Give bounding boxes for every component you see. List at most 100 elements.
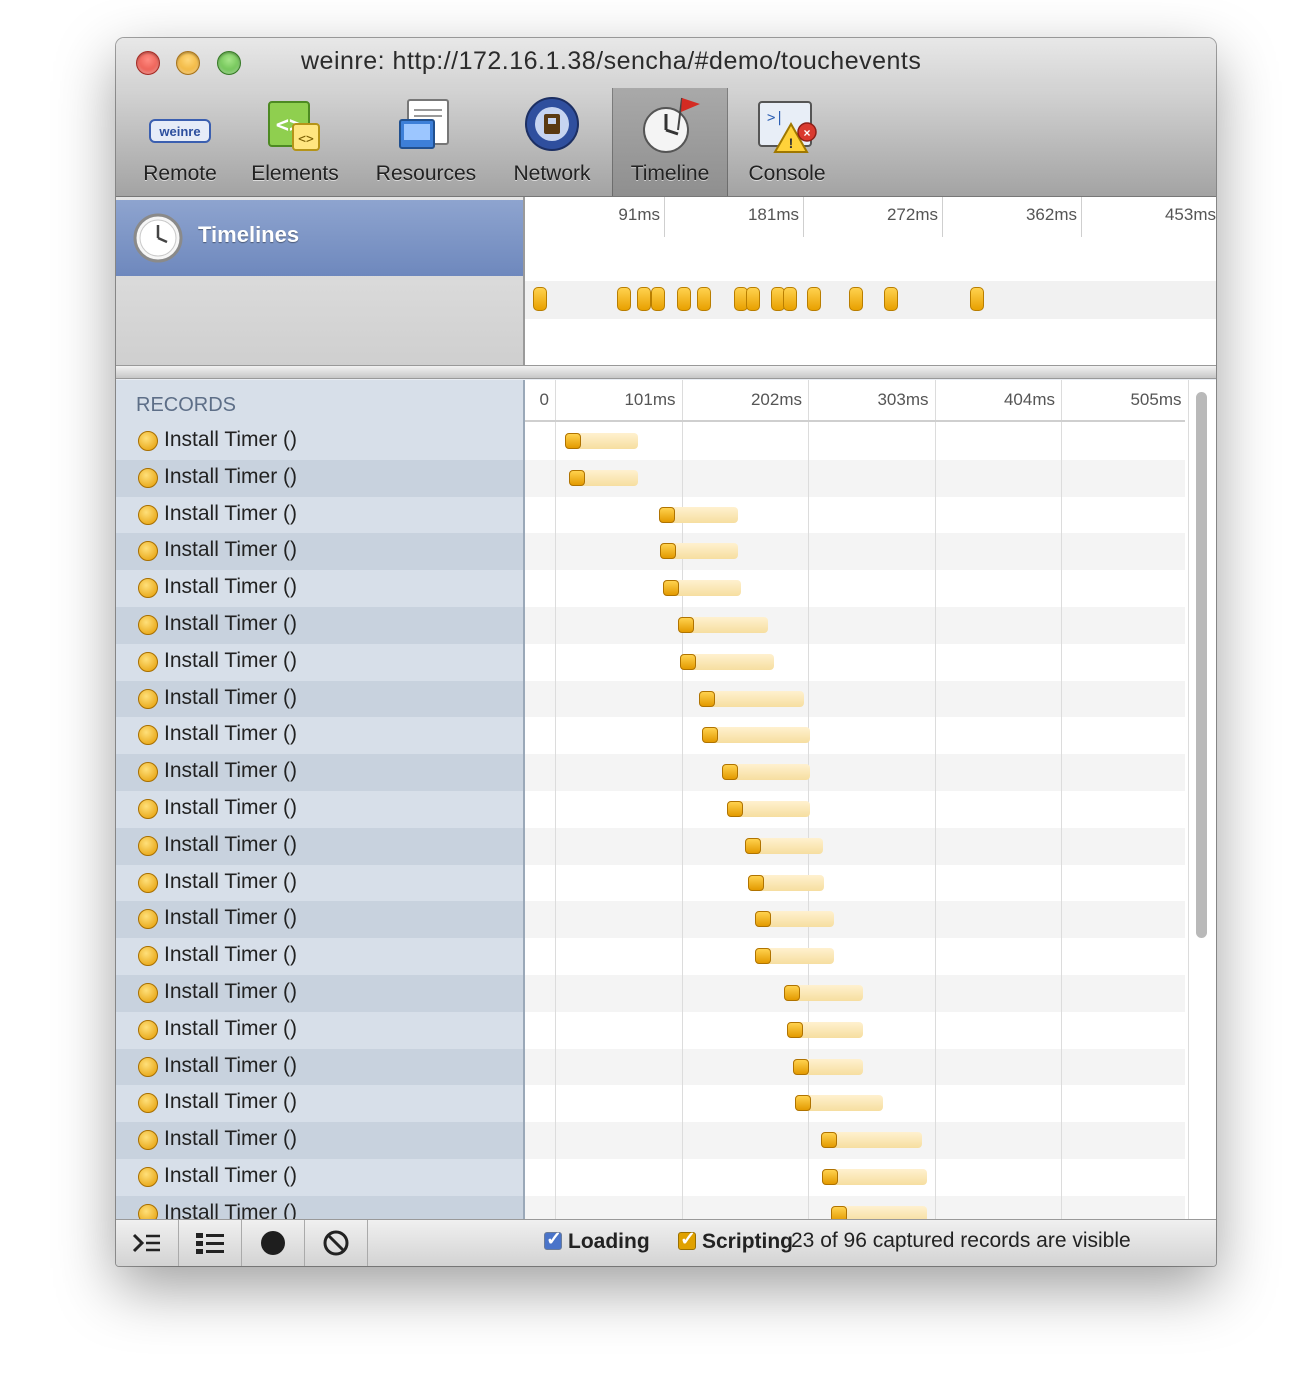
records-tick-label: 505ms xyxy=(1130,390,1182,409)
records-scrollbar[interactable] xyxy=(1191,386,1211,1216)
record-graph-row[interactable] xyxy=(525,901,1185,939)
close-window-button[interactable] xyxy=(136,51,160,75)
weinre-logo-text: weinre xyxy=(158,124,200,139)
records-tick-label: 0 xyxy=(539,390,549,409)
overview-tick-label: 91ms xyxy=(618,205,660,224)
loading-filter[interactable]: Loading xyxy=(544,1228,650,1254)
record-row[interactable]: Install Timer () xyxy=(116,1159,523,1196)
tab-network[interactable]: Network xyxy=(502,88,602,196)
record-graph-row[interactable] xyxy=(525,827,1185,865)
record-label: Install Timer () xyxy=(164,906,298,930)
clear-button[interactable] xyxy=(305,1220,368,1266)
scripting-checkbox[interactable] xyxy=(678,1228,696,1251)
record-row[interactable]: Install Timer () xyxy=(116,865,523,902)
record-row[interactable]: Install Timer () xyxy=(116,791,523,828)
record-row[interactable]: Install Timer () xyxy=(116,533,523,571)
record-row[interactable]: Install Timer () xyxy=(116,827,523,865)
record-label: Install Timer () xyxy=(164,1127,298,1151)
record-row[interactable]: Install Timer () xyxy=(116,607,523,644)
records-gridline xyxy=(808,380,809,1219)
record-row[interactable]: Install Timer () xyxy=(116,1012,523,1049)
record-graph-row[interactable] xyxy=(525,497,1185,534)
record-label: Install Timer () xyxy=(164,428,298,451)
record-duration-bar xyxy=(702,727,810,743)
scripting-category-icon xyxy=(138,688,158,709)
record-row[interactable]: Install Timer () xyxy=(116,975,523,1012)
record-start-mark xyxy=(722,764,738,780)
toolbar: weinre Remote <> <> Elements Resources N… xyxy=(116,88,1216,197)
record-graph-row[interactable] xyxy=(525,680,1185,718)
record-graph-row[interactable] xyxy=(525,607,1185,644)
pane-splitter[interactable] xyxy=(116,365,1216,379)
scrollbar-thumb[interactable] xyxy=(1196,392,1207,938)
tab-console[interactable]: >| ! × Console xyxy=(736,88,838,196)
record-label: Install Timer () xyxy=(164,832,298,856)
record-row[interactable]: Install Timer () xyxy=(116,901,523,939)
record-graph-row[interactable] xyxy=(525,570,1185,607)
record-row[interactable]: Install Timer () xyxy=(116,497,523,534)
record-button[interactable] xyxy=(242,1220,305,1266)
scripting-filter[interactable]: Scripting xyxy=(678,1228,794,1254)
tab-label: Remote xyxy=(143,162,217,185)
record-row[interactable]: Install Timer () xyxy=(116,680,523,718)
record-row[interactable]: Install Timer () xyxy=(116,459,523,497)
record-start-mark xyxy=(821,1132,837,1148)
scripting-category-icon xyxy=(138,1019,158,1040)
scripting-category-icon xyxy=(138,651,158,672)
record-row[interactable]: Install Timer () xyxy=(116,644,523,681)
record-label: Install Timer () xyxy=(164,501,298,525)
record-start-mark xyxy=(822,1169,838,1185)
clock-icon xyxy=(133,213,183,263)
zoom-window-button[interactable] xyxy=(217,51,241,75)
record-graph-row[interactable] xyxy=(525,533,1185,571)
record-row[interactable]: Install Timer () xyxy=(116,570,523,607)
tab-label: Timeline xyxy=(630,162,710,185)
record-start-mark xyxy=(660,543,676,559)
record-row[interactable]: Install Timer () xyxy=(116,1195,523,1219)
console-prompt-icon xyxy=(132,1233,160,1253)
record-label: Install Timer () xyxy=(164,759,298,783)
overview-tick-label: 453ms xyxy=(1164,205,1216,224)
record-row[interactable]: Install Timer () xyxy=(116,1122,523,1159)
record-graph-row[interactable] xyxy=(525,754,1185,791)
status-bar: Loading Scripting 23 of 96 captured reco… xyxy=(116,1219,1216,1266)
loading-checkbox[interactable] xyxy=(544,1228,562,1251)
record-label: Install Timer () xyxy=(164,980,298,1003)
record-graph-row[interactable] xyxy=(525,717,1185,754)
tab-resources[interactable]: Resources xyxy=(362,88,490,196)
record-row[interactable]: Install Timer () xyxy=(116,754,523,791)
record-row[interactable]: Install Timer () xyxy=(116,1048,523,1086)
overview-event-mark xyxy=(617,287,631,311)
overview-event-mark xyxy=(970,287,984,311)
record-label: Install Timer () xyxy=(164,685,298,709)
minimize-window-button[interactable] xyxy=(176,51,200,75)
scripting-label: Scripting xyxy=(702,1230,794,1253)
record-start-mark xyxy=(702,727,718,743)
tab-timeline[interactable]: Timeline xyxy=(612,88,728,196)
record-row[interactable]: Install Timer () xyxy=(116,938,523,975)
records-graph: 0 101ms 202ms 303ms 404ms 505ms xyxy=(525,380,1216,1219)
record-start-mark xyxy=(680,654,696,670)
scripting-category-icon xyxy=(138,762,158,783)
record-graph-row[interactable] xyxy=(525,865,1185,902)
record-label: Install Timer () xyxy=(164,1164,298,1187)
overview-graph[interactable]: 91ms 181ms 272ms 362ms 453ms xyxy=(525,197,1216,365)
svg-text:<>: <> xyxy=(298,132,314,147)
console-toggle-button[interactable] xyxy=(116,1220,179,1266)
timelines-item[interactable]: Timelines xyxy=(116,200,523,276)
toggle-overview-button[interactable] xyxy=(179,1220,242,1266)
tab-remote[interactable]: weinre Remote xyxy=(132,88,228,196)
list-icon xyxy=(196,1233,224,1254)
tab-elements[interactable]: <> <> Elements xyxy=(240,88,350,196)
record-graph-row[interactable] xyxy=(525,791,1185,828)
record-label: Install Timer () xyxy=(164,612,298,635)
records-list: Install Timer () Install Timer () Install … xyxy=(116,380,525,1219)
record-row[interactable]: Install Timer () xyxy=(116,717,523,754)
record-row[interactable]: Install Timer () xyxy=(116,1085,523,1122)
record-graph-row[interactable] xyxy=(525,644,1185,681)
overview-event-mark xyxy=(849,287,863,311)
scripting-category-icon xyxy=(138,872,158,893)
record-row[interactable]: Install Timer () xyxy=(116,423,523,460)
record-start-mark xyxy=(663,580,679,596)
record-graph-row[interactable] xyxy=(525,938,1185,975)
